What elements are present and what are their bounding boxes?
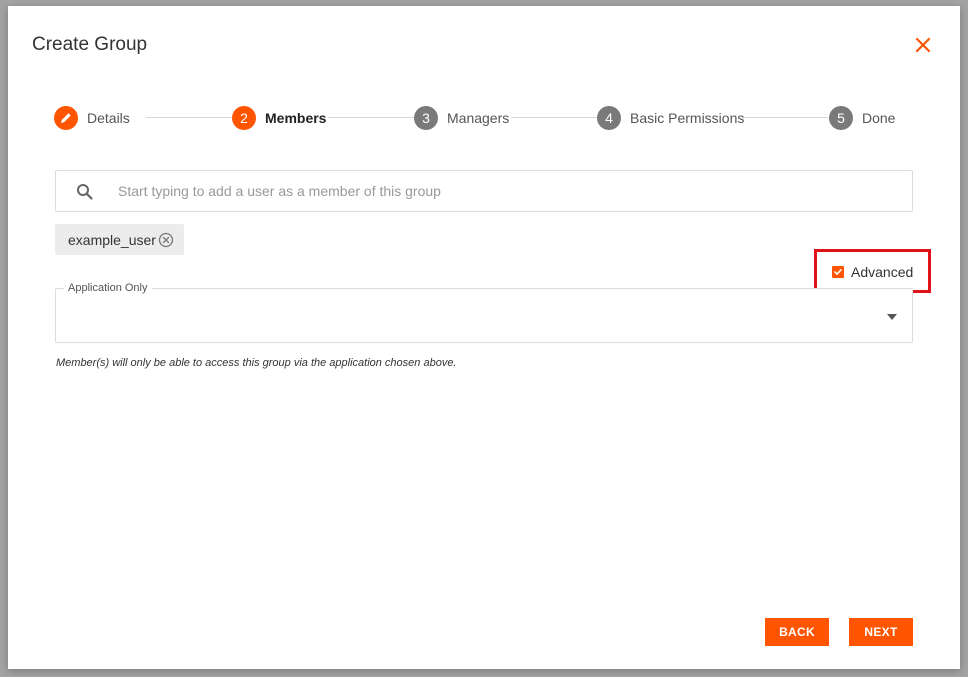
step-number: 5	[829, 106, 853, 130]
wizard-stepper: Details 2 Members 3 Managers 4 Basic Per…	[54, 105, 904, 131]
close-button[interactable]	[912, 34, 934, 56]
step-basic-permissions[interactable]: 4 Basic Permissions	[597, 105, 744, 131]
step-circle	[54, 106, 78, 130]
chip-label: example_user	[68, 231, 156, 248]
step-connector	[511, 117, 597, 118]
advanced-toggle[interactable]: Advanced	[832, 262, 913, 282]
step-number: 4	[597, 106, 621, 130]
circle-x-icon[interactable]	[158, 232, 174, 248]
caret-down-icon	[887, 314, 897, 320]
application-select[interactable]: Application Only	[55, 282, 913, 343]
back-button[interactable]: BACK	[765, 618, 829, 646]
application-select-label: Application Only	[64, 282, 152, 294]
step-connector	[328, 117, 414, 118]
dialog-title: Create Group	[32, 34, 148, 55]
step-done[interactable]: 5 Done	[829, 105, 895, 131]
step-label: Details	[87, 110, 130, 126]
next-button[interactable]: NEXT	[849, 618, 913, 646]
search-icon	[77, 184, 93, 200]
advanced-checkbox[interactable]	[832, 266, 844, 278]
step-members[interactable]: 2 Members	[232, 105, 326, 131]
close-icon	[915, 37, 931, 53]
step-number: 3	[414, 106, 438, 130]
step-label: Basic Permissions	[630, 110, 745, 126]
step-label: Done	[862, 110, 896, 126]
step-label: Members	[265, 110, 327, 126]
step-connector	[742, 117, 828, 118]
step-label: Managers	[447, 110, 510, 126]
step-connector	[146, 117, 232, 118]
checkmark-icon	[834, 269, 842, 275]
step-details[interactable]: Details	[54, 105, 130, 131]
advanced-label: Advanced	[851, 264, 914, 280]
application-helper-text: Member(s) will only be able to access th…	[56, 357, 457, 369]
pencil-icon	[61, 113, 71, 123]
step-number: 2	[232, 106, 256, 130]
search-input[interactable]	[118, 171, 898, 211]
create-group-dialog: Create Group Details 2 Members 3 Manager…	[8, 6, 960, 669]
member-search	[55, 170, 913, 212]
step-managers[interactable]: 3 Managers	[414, 105, 509, 131]
member-chip: example_user	[55, 224, 184, 255]
